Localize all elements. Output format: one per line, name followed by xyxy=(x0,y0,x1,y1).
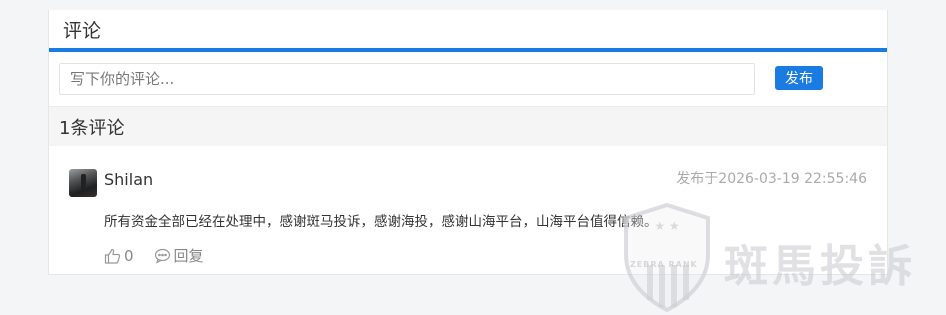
reply-label: 回复 xyxy=(173,247,204,265)
comment-compose: 发布 xyxy=(49,52,887,106)
comments-panel: 评论 发布 1条评论 Shilan 发布于2026-03-19 22:55:46… xyxy=(48,10,888,275)
comment-actions: 0 回复 xyxy=(104,245,204,266)
like-button[interactable]: 0 xyxy=(104,247,134,265)
comment-username[interactable]: Shilan xyxy=(104,170,153,189)
comments-header: 评论 xyxy=(49,10,887,52)
reply-button[interactable]: 回复 xyxy=(154,245,204,266)
comment-count: 1条评论 xyxy=(59,117,125,139)
avatar[interactable] xyxy=(69,169,97,197)
comment-count-bar: 1条评论 xyxy=(49,106,887,146)
like-count: 0 xyxy=(124,246,134,265)
thumbs-up-icon xyxy=(104,248,121,264)
comment-body: 所有资金全部已经在处理中，感谢斑马投诉，感谢海投，感谢山海平台，山海平台值得信赖… xyxy=(104,214,658,230)
speech-bubble-icon xyxy=(154,248,170,264)
comment-item: Shilan 发布于2026-03-19 22:55:46 所有资金全部已经在处… xyxy=(49,146,887,271)
comment-timestamp: 发布于2026-03-19 22:55:46 xyxy=(676,171,867,187)
publish-button[interactable]: 发布 xyxy=(775,66,823,90)
comment-input[interactable] xyxy=(59,63,755,95)
section-title: 评论 xyxy=(63,19,102,42)
